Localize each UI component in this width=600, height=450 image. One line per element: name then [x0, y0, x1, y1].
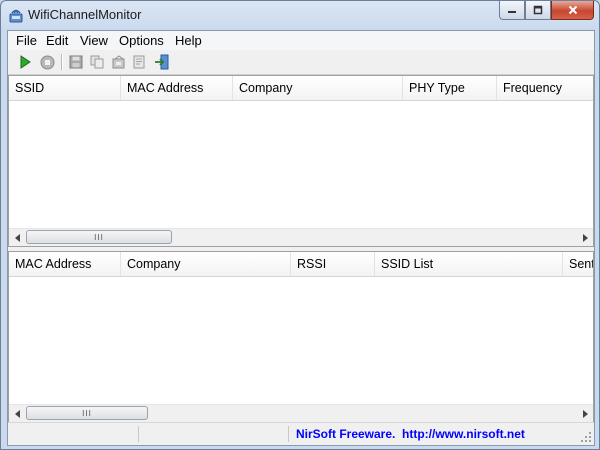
- save-button[interactable]: [67, 53, 85, 71]
- scroll-left-button[interactable]: [9, 405, 26, 422]
- status-panel-1: [8, 426, 139, 442]
- column-phy-type[interactable]: PHY Type: [403, 76, 497, 100]
- column-frequency[interactable]: Frequency: [497, 76, 593, 100]
- maximize-button[interactable]: [525, 1, 551, 20]
- scroll-right-button[interactable]: [576, 229, 593, 246]
- close-icon: [568, 5, 577, 15]
- client-area: File Edit View Options Help SSID MAC Add…: [7, 30, 595, 446]
- networks-list[interactable]: SSID MAC Address Company PHY Type Freque…: [8, 75, 594, 247]
- menu-view[interactable]: View: [78, 33, 110, 48]
- start-button[interactable]: [16, 53, 34, 71]
- clients-list-header: MAC Address Company RSSI SSID List Sent: [9, 252, 593, 277]
- networks-list-header: SSID MAC Address Company PHY Type Freque…: [9, 76, 593, 101]
- clients-list[interactable]: MAC Address Company RSSI SSID List Sent …: [8, 251, 594, 423]
- menu-help[interactable]: Help: [173, 33, 204, 48]
- copy-button[interactable]: [88, 53, 106, 71]
- column-mac-address[interactable]: MAC Address: [121, 76, 233, 100]
- status-panel-2: [140, 426, 289, 442]
- exit-icon: [155, 54, 169, 70]
- exit-button[interactable]: [153, 53, 171, 71]
- scroll-right-button[interactable]: [576, 405, 593, 422]
- stop-button[interactable]: [38, 53, 56, 71]
- clients-horizontal-scrollbar[interactable]: III: [9, 404, 593, 422]
- app-window: WifiChannelMonitor File Edit View Option…: [0, 0, 600, 450]
- start-icon: [20, 55, 31, 69]
- properties-icon: [112, 55, 124, 69]
- copy-icon: [90, 55, 104, 69]
- menu-edit[interactable]: Edit: [44, 33, 70, 48]
- app-icon: [8, 7, 24, 23]
- scroll-thumb[interactable]: III: [26, 230, 172, 244]
- report-icon: [133, 55, 145, 69]
- column-client-company[interactable]: Company: [121, 252, 291, 276]
- column-company[interactable]: Company: [233, 76, 403, 100]
- arrow-right-icon: [582, 409, 588, 418]
- menu-options[interactable]: Options: [117, 33, 166, 48]
- minimize-icon: [508, 11, 516, 13]
- scroll-left-button[interactable]: [9, 229, 26, 246]
- arrow-left-icon: [14, 233, 20, 242]
- resize-grip-icon[interactable]: [580, 431, 592, 443]
- title-bar[interactable]: WifiChannelMonitor: [1, 1, 599, 29]
- column-ssid-list[interactable]: SSID List: [375, 252, 563, 276]
- scroll-thumb[interactable]: III: [26, 406, 148, 420]
- column-ssid[interactable]: SSID: [9, 76, 121, 100]
- save-icon: [69, 55, 83, 69]
- menu-bar: File Edit View Options Help: [8, 31, 594, 50]
- column-sent[interactable]: Sent: [563, 252, 593, 276]
- toolbar-separator: [61, 54, 63, 70]
- caption-buttons: [499, 1, 594, 21]
- arrow-left-icon: [14, 409, 20, 418]
- minimize-button[interactable]: [499, 1, 525, 20]
- close-button[interactable]: [551, 1, 594, 20]
- window-title: WifiChannelMonitor: [28, 7, 142, 22]
- column-rssi[interactable]: RSSI: [291, 252, 375, 276]
- column-client-mac-address[interactable]: MAC Address: [9, 252, 121, 276]
- status-bar: NirSoft Freeware. http://www.nirsoft.net: [8, 422, 594, 445]
- arrow-right-icon: [582, 233, 588, 242]
- networks-horizontal-scrollbar[interactable]: III: [9, 228, 593, 246]
- properties-button[interactable]: [109, 53, 127, 71]
- report-button[interactable]: [130, 53, 148, 71]
- status-link[interactable]: NirSoft Freeware. http://www.nirsoft.net: [296, 427, 525, 441]
- menu-file[interactable]: File: [14, 33, 39, 48]
- maximize-icon: [533, 5, 543, 15]
- stop-icon: [40, 55, 54, 69]
- toolbar: [8, 50, 594, 75]
